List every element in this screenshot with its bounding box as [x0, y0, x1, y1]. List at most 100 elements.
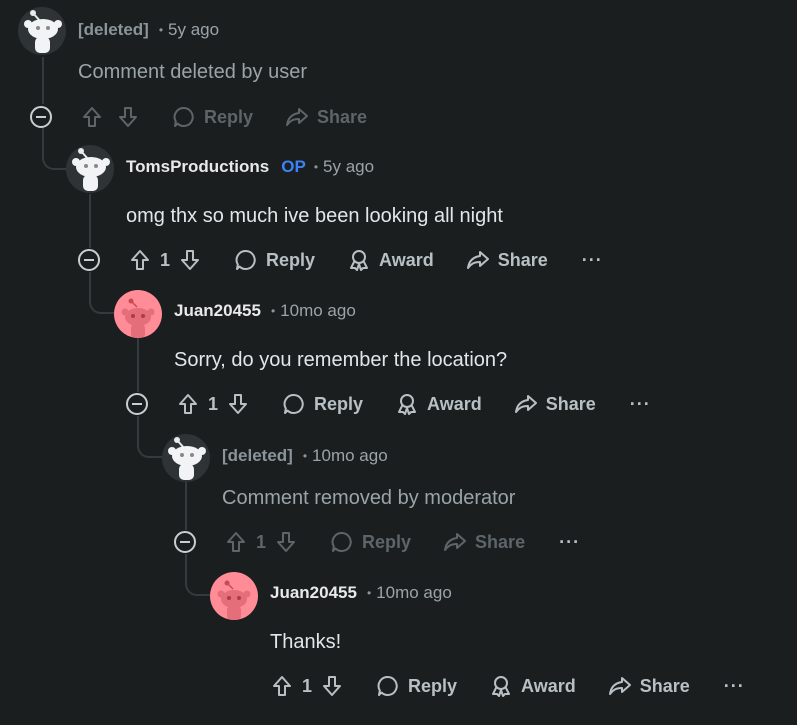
timestamp[interactable]: 10mo ago	[312, 446, 388, 466]
upvote-icon[interactable]	[270, 674, 294, 698]
avatar[interactable]	[66, 145, 114, 193]
vote-group: 1	[270, 674, 344, 698]
timestamp[interactable]: 10mo ago	[280, 301, 356, 321]
share-icon	[466, 251, 489, 269]
upvote-icon[interactable]	[224, 530, 248, 554]
reply-label: Reply	[362, 531, 412, 552]
comment-body: omg thx so much ive been looking all nig…	[126, 205, 503, 227]
author-name[interactable]: Juan20455	[174, 301, 261, 321]
avatar[interactable]	[18, 7, 66, 55]
collapse-icon[interactable]	[174, 531, 196, 553]
reply-button[interactable]: Reply	[234, 248, 315, 272]
thread-line	[137, 338, 139, 392]
avatar[interactable]	[162, 434, 210, 482]
comment-actions: 1 Reply Award Share ···	[126, 388, 651, 420]
author-name[interactable]: TomsProductions	[126, 157, 269, 177]
upvote-icon[interactable]	[176, 392, 200, 416]
award-icon	[492, 676, 511, 697]
more-icon[interactable]: ···	[630, 394, 651, 415]
thread-line	[89, 272, 115, 314]
share-button[interactable]: Share	[285, 105, 367, 129]
timestamp[interactable]: 10mo ago	[376, 583, 452, 603]
downvote-icon[interactable]	[226, 392, 250, 416]
share-label: Share	[639, 675, 690, 696]
op-badge: OP	[281, 157, 306, 176]
downvote-icon[interactable]	[116, 105, 140, 129]
score: 1	[208, 393, 219, 414]
timestamp[interactable]: 5y ago	[323, 157, 374, 177]
collapse-icon[interactable]	[30, 106, 52, 128]
comment-body: Comment removed by moderator	[222, 487, 516, 509]
award-label: Award	[521, 675, 576, 696]
award-icon	[350, 250, 369, 271]
author-name[interactable]: [deleted]	[78, 20, 149, 40]
vote-group: 1	[224, 530, 298, 554]
snoo-avatar-icon	[24, 10, 62, 53]
reply-button[interactable]: Reply	[376, 674, 457, 698]
downvote-icon[interactable]	[320, 674, 344, 698]
reply-button[interactable]: Reply	[282, 392, 363, 416]
share-button[interactable]: Share	[466, 248, 548, 272]
comment-actions: Reply Share	[30, 101, 367, 133]
separator-dot: •	[270, 304, 276, 318]
share-icon	[514, 395, 537, 413]
share-button[interactable]: Share	[608, 674, 690, 698]
separator-dot: •	[158, 23, 164, 37]
upvote-icon[interactable]	[128, 248, 152, 272]
thread-line	[137, 416, 163, 458]
reply-button[interactable]: Reply	[172, 105, 253, 129]
reply-icon	[235, 250, 256, 270]
reply-icon	[283, 394, 304, 414]
comment-body: Thanks!	[270, 631, 342, 653]
author-name[interactable]: Juan20455	[270, 583, 357, 603]
snoo-avatar-icon	[217, 580, 251, 620]
share-button[interactable]: Share	[514, 392, 596, 416]
separator-dot: •	[302, 449, 308, 463]
thread-line	[42, 57, 44, 104]
thread-line	[185, 554, 211, 596]
comment-actions: 1 Reply Award Share ···	[270, 670, 745, 702]
award-button[interactable]: Award	[347, 248, 434, 272]
share-label: Share	[497, 249, 548, 270]
more-icon[interactable]: ···	[724, 676, 745, 697]
avatar[interactable]	[114, 290, 162, 338]
thread-line	[42, 128, 68, 170]
vote-group: 1	[128, 248, 202, 272]
author-name[interactable]: [deleted]	[222, 446, 293, 466]
snoo-avatar-icon	[168, 437, 206, 480]
share-button[interactable]: Share	[443, 530, 525, 554]
reply-button[interactable]: Reply	[330, 530, 411, 554]
more-icon[interactable]: ···	[559, 532, 580, 553]
vote-group	[80, 105, 140, 129]
share-label: Share	[545, 393, 596, 414]
comment-thread: [deleted] • 5y ago Comment deleted by us…	[0, 0, 797, 725]
avatar[interactable]	[210, 572, 258, 620]
separator-dot: •	[313, 160, 319, 174]
separator-dot: •	[366, 586, 372, 600]
collapse-icon[interactable]	[126, 393, 148, 415]
reply-label: Reply	[204, 106, 254, 127]
award-button[interactable]: Award	[395, 392, 482, 416]
collapse-icon[interactable]	[78, 249, 100, 271]
share-icon	[286, 108, 309, 126]
vote-group: 1	[176, 392, 250, 416]
timestamp[interactable]: 5y ago	[168, 20, 219, 40]
comment-meta: Juan20455 • 10mo ago	[174, 299, 356, 323]
snoo-avatar-icon	[121, 298, 155, 338]
score: 1	[302, 675, 313, 696]
downvote-icon[interactable]	[274, 530, 298, 554]
more-icon[interactable]: ···	[582, 250, 603, 271]
downvote-icon[interactable]	[178, 248, 202, 272]
score: 1	[160, 249, 171, 270]
reply-icon	[173, 107, 194, 127]
thread-line	[185, 482, 187, 530]
award-label: Award	[427, 393, 482, 414]
comment-body: Comment deleted by user	[78, 61, 308, 83]
share-icon	[444, 533, 467, 551]
score: 1	[256, 531, 267, 552]
award-button[interactable]: Award	[489, 674, 576, 698]
upvote-icon[interactable]	[80, 105, 104, 129]
share-icon	[608, 677, 631, 695]
reply-label: Reply	[266, 249, 316, 270]
award-icon	[398, 394, 417, 415]
